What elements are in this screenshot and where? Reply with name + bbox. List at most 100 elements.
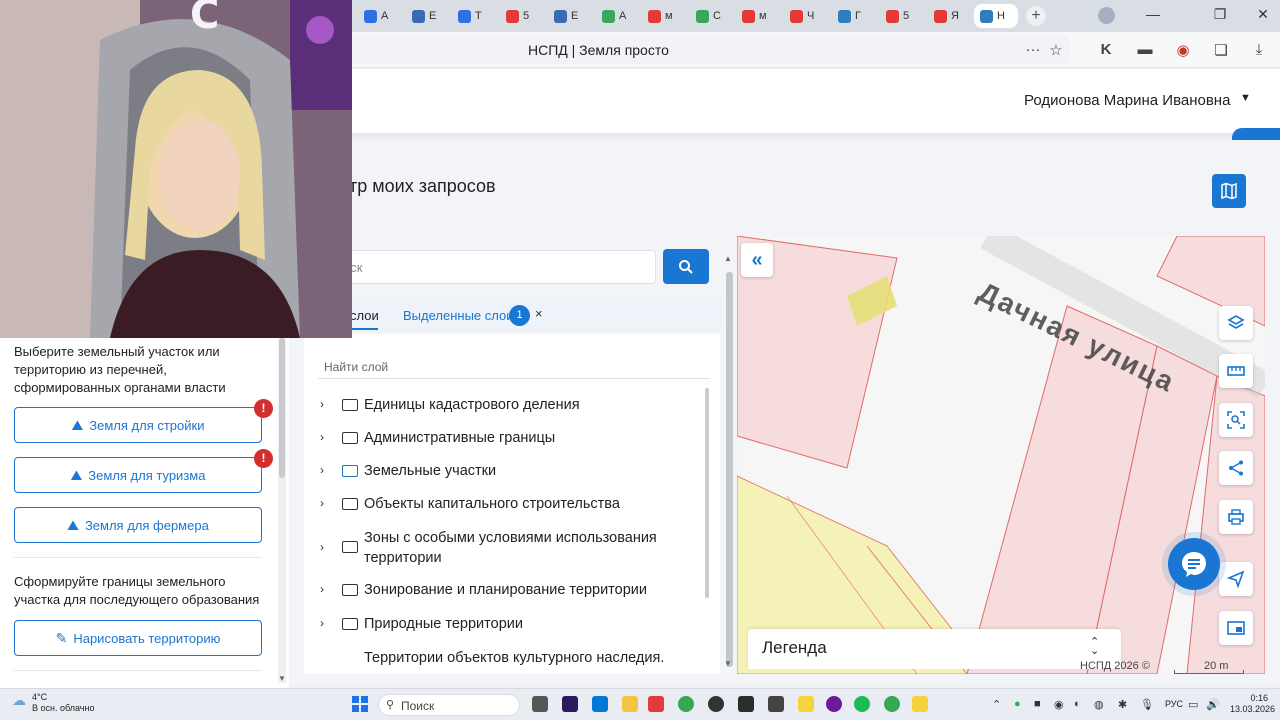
browser-tab[interactable]: Ч (784, 4, 828, 28)
browser-tab[interactable]: Я (928, 4, 972, 28)
app-icon[interactable] (826, 696, 842, 712)
new-tab-button[interactable]: + (1026, 6, 1046, 26)
browser-tab[interactable]: Н (974, 4, 1018, 28)
browser-tab[interactable]: А (596, 4, 640, 28)
close-icon[interactable]: × (535, 306, 543, 321)
chevron-right-icon[interactable]: › (320, 461, 338, 477)
layer-item[interactable]: › Единицы кадастрового деления (320, 395, 684, 416)
map-view[interactable]: Дачная улица (737, 236, 1265, 674)
chat-icon[interactable] (1168, 538, 1220, 590)
reader-icon[interactable]: ▬ (1134, 41, 1156, 58)
restore-button[interactable]: ❐ (1207, 6, 1233, 23)
map-icon[interactable] (1212, 174, 1246, 208)
tray-icon[interactable]: ● (1014, 698, 1021, 710)
print-icon[interactable] (1219, 500, 1253, 534)
layer-item[interactable]: › Зонирование и планирование территории (320, 580, 684, 601)
panel-scrollbar[interactable]: ▲ ▼ (724, 250, 734, 670)
tab-label: Я (951, 10, 959, 22)
capcut-icon[interactable] (768, 696, 784, 712)
chrome-icon[interactable] (678, 696, 694, 712)
browser-tab[interactable]: м (642, 4, 686, 28)
browser-tab[interactable]: Е (548, 4, 592, 28)
chevron-right-icon[interactable]: › (320, 395, 338, 411)
language-indicator[interactable]: РУС (1165, 699, 1183, 709)
tray-icon[interactable]: ◐ (1074, 698, 1081, 710)
draw-territory-button[interactable]: ✎ Нарисовать территорию (14, 620, 262, 656)
layer-item[interactable]: › Природные территории (320, 614, 684, 635)
mic-icon[interactable]: 🎙 (1140, 698, 1154, 711)
task-view-icon[interactable] (532, 696, 548, 712)
spotify-icon[interactable] (854, 696, 870, 712)
layers-scrollbar[interactable] (705, 388, 709, 598)
collapse-panel-button[interactable]: « (741, 243, 773, 277)
bookmark-icon[interactable]: ☆ (1045, 41, 1067, 59)
bluetooth-icon[interactable]: ✱ (1118, 698, 1127, 711)
minimize-button[interactable]: — (1140, 6, 1166, 22)
land-for-farmer-button[interactable]: ⛰ Земля для фермера (14, 507, 262, 543)
sidebar-scrollbar[interactable]: ▼ (278, 338, 286, 683)
layers-icon[interactable] (1219, 306, 1253, 340)
browser-tab[interactable]: Г (832, 4, 876, 28)
shield-app-icon[interactable] (738, 696, 754, 712)
shield-icon[interactable]: ◉ (1172, 41, 1194, 59)
land-for-tourism-button[interactable]: ⛰ Земля для туризма (14, 457, 262, 493)
network-icon[interactable]: ▭ (1188, 698, 1198, 711)
user-name[interactable]: Родионова Марина Ивановна (1024, 92, 1230, 109)
browser-tab[interactable]: 5 (500, 4, 544, 28)
ruler-icon[interactable] (1219, 354, 1253, 388)
search-button[interactable] (663, 249, 709, 284)
chevron-up-icon[interactable]: ⌃ (992, 698, 1001, 711)
clock[interactable]: 0:16 13.03.2026 (1230, 693, 1275, 715)
layer-item[interactable]: Территории объектов культурного наследия… (320, 648, 684, 666)
expand-arrows-icon[interactable]: ⌃ ⌄ (1090, 637, 1099, 657)
tab-layers[interactable]: слои (350, 308, 379, 323)
tray-icon[interactable]: ◉ (1054, 698, 1064, 711)
lock-app-icon[interactable] (912, 696, 928, 712)
more-icon[interactable]: ··· (1022, 41, 1044, 58)
start-icon[interactable] (352, 696, 368, 712)
page-title-address[interactable]: НСПД | Земля просто (528, 42, 669, 58)
browser-tab[interactable]: Е (406, 4, 450, 28)
extension-icon[interactable]: K (1095, 41, 1117, 58)
find-layer-input[interactable]: Найти слой (324, 360, 388, 374)
chrome-icon[interactable] (884, 696, 900, 712)
tab-selected-layers[interactable]: Выделенные слои (403, 308, 513, 323)
chevron-right-icon[interactable]: › (320, 614, 338, 630)
volume-icon[interactable]: 🔊 (1206, 698, 1220, 711)
chevron-right-icon[interactable]: › (320, 428, 338, 444)
browser-tab[interactable]: м (736, 4, 780, 28)
browser-tab[interactable]: А (358, 4, 402, 28)
chevron-right-icon[interactable]: › (320, 528, 338, 554)
tray-icon[interactable]: ■ (1034, 698, 1041, 710)
minimap-icon[interactable] (1219, 611, 1253, 645)
layer-item[interactable]: › Зоны с особыми условиями использования… (320, 528, 684, 568)
chevron-right-icon[interactable]: › (320, 580, 338, 596)
obs-icon[interactable] (708, 696, 724, 712)
layer-item[interactable]: › Объекты капитального строительства (320, 494, 684, 515)
tray-icon[interactable]: ◍ (1094, 698, 1104, 711)
user-menu-caret-icon[interactable]: ▼ (1240, 92, 1251, 104)
browser-tab[interactable]: 5 (880, 4, 924, 28)
address-field[interactable] (330, 36, 1070, 64)
profile-avatar[interactable] (1098, 7, 1115, 24)
chevron-right-icon[interactable]: › (320, 494, 338, 510)
close-window-button[interactable]: ✕ (1250, 6, 1276, 23)
navigation-icon[interactable] (1219, 562, 1253, 596)
folder-icon[interactable] (622, 696, 638, 712)
layer-item[interactable]: › Административные границы (320, 428, 684, 449)
layer-label: Объекты капитального строительства (364, 496, 620, 512)
yandex-browser-icon[interactable] (648, 696, 664, 712)
browser-tab[interactable]: Т (452, 4, 496, 28)
browser-tab[interactable]: С (690, 4, 734, 28)
taskbar-search[interactable]: Поиск (378, 694, 520, 716)
layer-item[interactable]: › Земельные участки (320, 461, 684, 482)
app-icon[interactable] (798, 696, 814, 712)
land-for-building-button[interactable]: ⛰ Земля для стройки (14, 407, 262, 443)
download-icon[interactable]: ⤓ (1248, 41, 1270, 58)
photos-icon[interactable] (592, 696, 608, 712)
share-icon[interactable] (1219, 451, 1253, 485)
area-select-icon[interactable] (1219, 403, 1253, 437)
search-input[interactable]: иск (320, 250, 656, 284)
premiere-icon[interactable] (562, 696, 578, 712)
collections-icon[interactable]: ❏ (1210, 41, 1232, 59)
